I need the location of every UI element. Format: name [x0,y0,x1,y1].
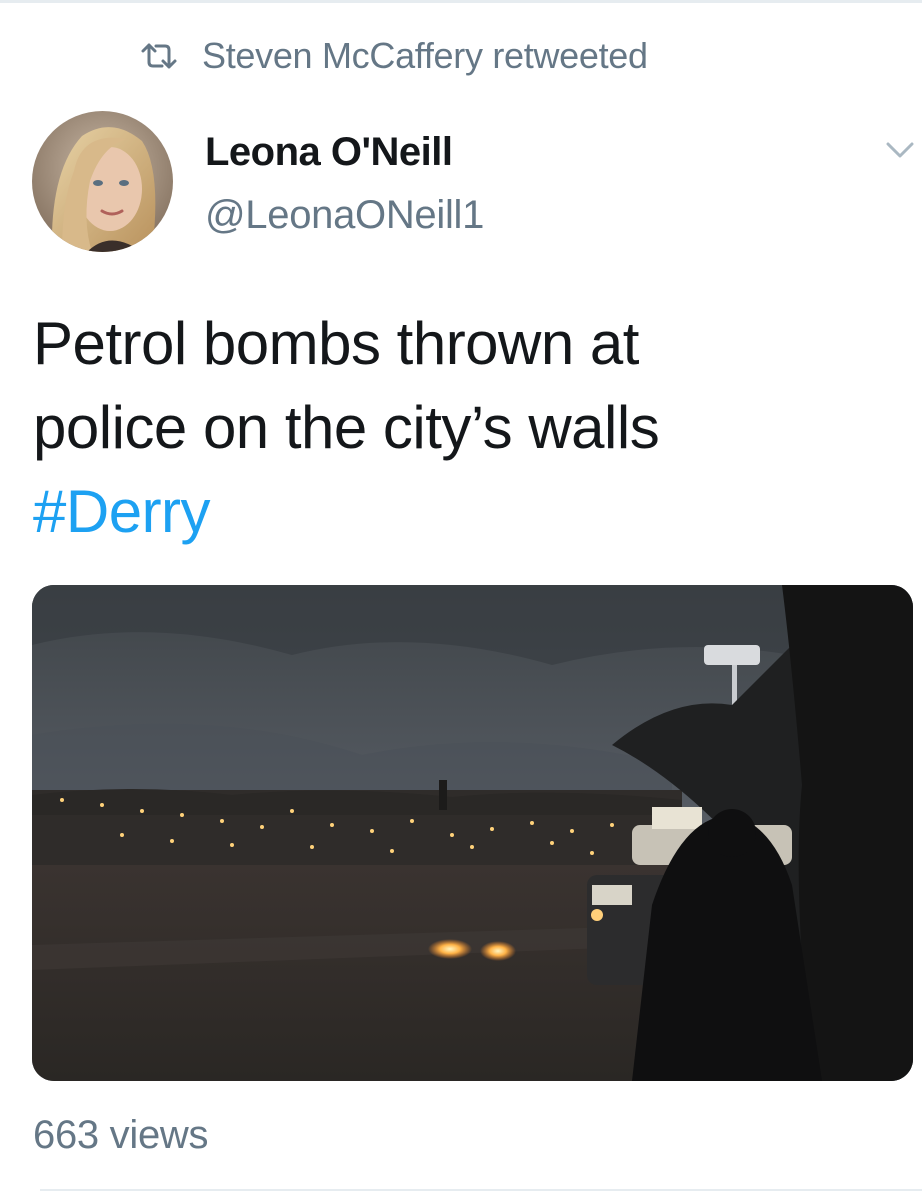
tweet-text-line-1: Petrol bombs thrown at [33,310,639,377]
tweet-text: Petrol bombs thrown at police on the cit… [33,302,893,554]
tweet-text-line-2: police on the city’s walls [33,394,660,461]
video-thumbnail[interactable] [32,585,913,1081]
chevron-down-icon[interactable] [884,138,916,162]
retweet-context[interactable]: Steven McCaffery retweeted [140,34,648,78]
retweet-text: Steven McCaffery retweeted [202,35,648,76]
video-frame [32,585,913,1081]
author-name[interactable]: Leona O'Neill [205,130,453,175]
avatar[interactable] [32,111,173,252]
retweet-icon [141,43,177,69]
bottom-divider [40,1189,922,1191]
avatar-image [32,111,173,252]
top-divider [0,0,922,3]
author-handle[interactable]: @LeonaONeill1 [205,193,484,238]
hashtag-link[interactable]: #Derry [33,470,893,554]
view-count: 663 views [33,1113,209,1157]
